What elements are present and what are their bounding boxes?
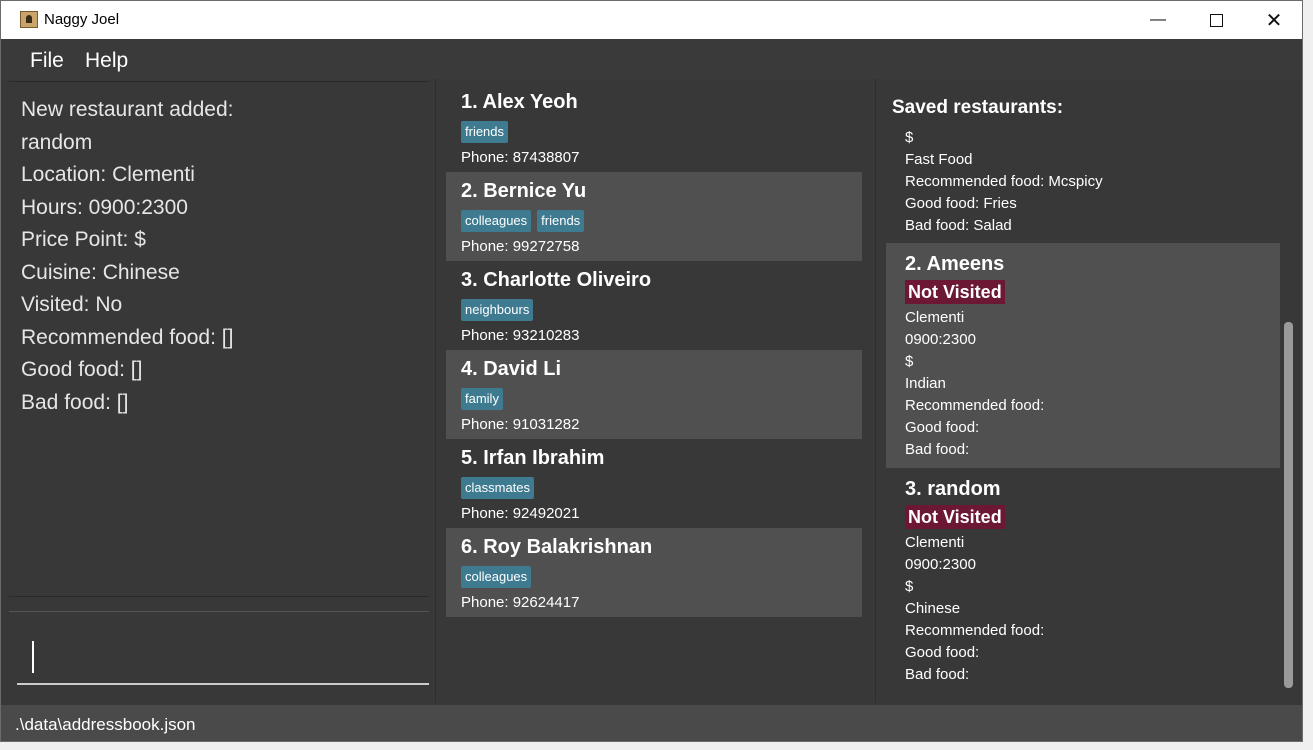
tag-badge: neighbours [461, 299, 534, 321]
restaurant-detail: $ [905, 129, 914, 146]
person-card[interactable]: 3. Charlotte Oliveiro neighbours Phone: 93… [446, 261, 862, 350]
result-line: Location: Clementi [21, 163, 195, 186]
person-card[interactable]: 5. Irfan Ibrahim classmates Phone: 9249202… [446, 439, 862, 528]
menu-file[interactable]: File [30, 49, 64, 73]
restaurant-detail: Bad food: [905, 441, 970, 458]
restaurant-detail: Recommended food: Mcspicy [905, 173, 1103, 190]
tag-list: friends [461, 121, 862, 145]
restaurant-scrollbar[interactable] [1282, 129, 1294, 691]
minimize-icon: — [1150, 11, 1166, 28]
person-phone: Phone: 91031282 [461, 416, 580, 433]
command-input[interactable] [17, 617, 429, 685]
not-visited-badge: Not Visited [905, 280, 1005, 304]
person-card[interactable]: 6. Roy Balakrishnan colleagues Phone: 9262… [446, 528, 862, 617]
restaurant-detail: Good food: [905, 419, 980, 436]
result-line: Hours: 0900:2300 [21, 195, 188, 219]
restaurant-detail: Good food: Fries [905, 195, 1017, 212]
restaurant-detail: 0900:2300 [905, 556, 976, 573]
restaurant-detail: Clementi [905, 309, 965, 326]
close-icon: ✕ [1265, 9, 1283, 32]
tag-list: family [461, 388, 862, 412]
restaurant-detail: Recommended food: [905, 622, 1045, 639]
person-list[interactable]: 1. Alex Yeoh friends Phone: 87438807 2. Ber… [435, 79, 870, 703]
person-name: 4. David Li [461, 358, 562, 380]
person-name: 3. Charlotte Oliveiro [461, 269, 652, 291]
person-card[interactable]: 2. Bernice Yu colleagues friends Phone: 992… [446, 172, 862, 261]
minimize-button[interactable]: — [1129, 1, 1187, 39]
app-icon [20, 11, 38, 28]
restaurant-detail: Good food: [905, 644, 980, 661]
person-phone: Phone: 93210283 [461, 327, 580, 344]
saved-restaurants-header: Saved restaurants: [892, 97, 1064, 118]
restaurant-detail: $ [905, 353, 914, 370]
text-caret [32, 641, 34, 673]
tag-badge: friends [461, 121, 509, 143]
result-line: Price Point: $ [21, 228, 146, 251]
tag-badge: friends [537, 210, 585, 232]
tag-list: neighbours [461, 299, 862, 323]
restaurant-detail: Bad food: [905, 666, 970, 683]
restaurant-card[interactable]: 3. random Not Visited Clementi 0900:2300 $ Ch… [886, 468, 1280, 691]
restaurant-list[interactable]: $ Fast Food Recommended food: Mcspicy Good … [886, 129, 1280, 691]
maximize-icon [1209, 13, 1223, 27]
restaurant-detail: Clementi [905, 534, 965, 551]
person-name: 2. Bernice Yu [461, 180, 587, 202]
tag-badge: colleagues [461, 210, 532, 232]
person-phone: Phone: 87438807 [461, 149, 580, 166]
restaurant-panel: Saved restaurants: $ Fast Food Recommended… [875, 79, 1298, 703]
result-line: Recommended food: [] [21, 325, 234, 349]
person-phone: Phone: 92624417 [461, 594, 580, 611]
restaurant-detail: Chinese [905, 600, 961, 617]
tag-list: colleagues friends [461, 210, 862, 234]
tag-badge: classmates [461, 477, 535, 499]
restaurant-detail: Fast Food [905, 151, 973, 168]
maximize-button[interactable] [1187, 1, 1245, 39]
left-panel: New restaurant added: random Location: Cle… [9, 79, 429, 703]
restaurant-detail: $ [905, 578, 914, 595]
person-name: 1. Alex Yeoh [461, 91, 578, 113]
result-line: Bad food: [] [21, 390, 129, 414]
divider [9, 611, 429, 612]
person-name: 6. Roy Balakrishnan [461, 536, 653, 558]
restaurant-card[interactable]: $ Fast Food Recommended food: Mcspicy Good … [886, 129, 1280, 237]
menu-bar: File Help [1, 39, 1302, 79]
scrollbar-thumb[interactable] [1284, 322, 1293, 688]
restaurant-detail: Indian [905, 375, 946, 392]
result-line: Visited: No [21, 293, 123, 316]
tag-badge: family [461, 388, 503, 410]
status-bar: .\data\addressbook.json [1, 705, 1302, 741]
result-line: random [21, 130, 93, 154]
app-window: Naggy Joel — ✕ File Help New restaurant … [0, 0, 1303, 742]
not-visited-badge: Not Visited [905, 505, 1005, 529]
person-card[interactable]: 1. Alex Yeoh friends Phone: 87438807 [446, 83, 862, 172]
restaurant-name: 2. Ameens [905, 253, 1005, 275]
restaurant-detail: 0900:2300 [905, 331, 976, 348]
person-card[interactable]: 4. David Li family Phone: 91031282 [446, 350, 862, 439]
result-line: New restaurant added: [21, 98, 234, 121]
person-phone: Phone: 92492021 [461, 505, 580, 522]
result-text: New restaurant added: random Location: Cle… [21, 94, 233, 419]
tag-badge: colleagues [461, 566, 532, 588]
tag-list: colleagues [461, 566, 862, 590]
menu-help[interactable]: Help [85, 49, 128, 73]
restaurant-detail: Bad food: Salad [905, 217, 1012, 234]
title-bar: Naggy Joel — ✕ [1, 1, 1302, 39]
result-line: Good food: [] [21, 358, 143, 381]
person-phone: Phone: 99272758 [461, 238, 580, 255]
data-file-path: .\data\addressbook.json [15, 715, 196, 734]
restaurant-name: 3. random [905, 478, 1001, 500]
result-line: Cuisine: Chinese [21, 260, 180, 284]
restaurant-card[interactable]: 2. Ameens Not Visited Clementi 0900:2300 $ In… [886, 243, 1280, 468]
restaurant-detail: Recommended food: [905, 397, 1045, 414]
window-title: Naggy Joel [44, 11, 120, 28]
close-button[interactable]: ✕ [1245, 1, 1302, 39]
result-display[interactable]: New restaurant added: random Location: Cle… [9, 81, 429, 597]
person-name: 5. Irfan Ibrahim [461, 447, 605, 469]
tag-list: classmates [461, 477, 862, 501]
